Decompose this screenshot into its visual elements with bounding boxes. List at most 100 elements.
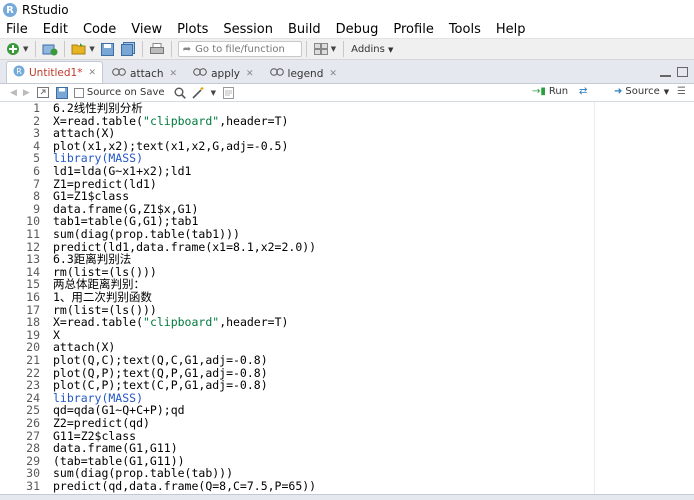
code-text: 6.2线性判别分析 bbox=[53, 102, 143, 115]
line-number: 31 bbox=[26, 479, 40, 493]
chevron-down-icon: ▼ bbox=[388, 45, 394, 54]
save-file-icon[interactable] bbox=[55, 86, 69, 100]
goto-placeholder: Go to file/function bbox=[195, 43, 285, 55]
code-line[interactable]: 13 6.3距离判别法 bbox=[0, 253, 694, 266]
pane-controls bbox=[660, 67, 688, 77]
code-line[interactable]: 18 X=read.table("clipboard",header=T) bbox=[0, 316, 694, 329]
code-text: X=read.table("clipboard",header=T) bbox=[53, 315, 289, 330]
close-icon[interactable]: ✕ bbox=[246, 69, 254, 79]
title-bar: R RStudio bbox=[0, 0, 694, 20]
new-file-icon[interactable] bbox=[5, 41, 21, 57]
chevron-down-icon[interactable]: ▼ bbox=[331, 45, 336, 53]
tab-label: attach bbox=[130, 67, 164, 80]
code-tools-wand-icon[interactable] bbox=[192, 86, 206, 100]
tab-apply[interactable]: apply ✕ bbox=[186, 63, 260, 83]
minimize-pane-icon[interactable] bbox=[660, 67, 671, 77]
save-all-icon[interactable] bbox=[120, 41, 136, 57]
line-number: 1 bbox=[33, 102, 40, 115]
run-arrow-icon: →▮ bbox=[532, 86, 546, 97]
line-number: 11 bbox=[26, 227, 40, 241]
line-number: 13 bbox=[26, 252, 40, 267]
menu-edit[interactable]: Edit bbox=[43, 22, 68, 37]
addins-label: Addins bbox=[351, 43, 385, 55]
menu-code[interactable]: Code bbox=[83, 22, 116, 37]
r-file-icon: R bbox=[13, 65, 25, 80]
grid-layout-icon[interactable] bbox=[313, 41, 329, 57]
tab-label: Untitled1* bbox=[29, 66, 83, 79]
code-text: data.frame(G1,G11) bbox=[53, 441, 178, 456]
close-icon[interactable]: ✕ bbox=[329, 69, 337, 79]
menu-plots[interactable]: Plots bbox=[177, 22, 208, 37]
compile-report-icon[interactable] bbox=[222, 86, 236, 100]
close-icon[interactable]: ✕ bbox=[170, 69, 178, 79]
search-icon[interactable] bbox=[173, 86, 187, 100]
tab-label: legend bbox=[287, 67, 324, 80]
menu-bar: File Edit Code View Plots Session Build … bbox=[0, 20, 694, 38]
code-line[interactable]: 28 data.frame(G1,G11) bbox=[0, 442, 694, 455]
code-line[interactable]: 26 Z2=predict(qd) bbox=[0, 417, 694, 430]
menu-tools[interactable]: Tools bbox=[449, 22, 481, 37]
source-on-save-label: Source on Save bbox=[86, 87, 165, 98]
addins-button[interactable]: Addins ▼ bbox=[351, 44, 393, 55]
rerun-button[interactable]: ⇄ bbox=[579, 86, 587, 97]
editor-tab-bar: R Untitled1* ✕ attach ✕ apply ✕ legend ✕ bbox=[0, 60, 694, 84]
tab-attach[interactable]: attach ✕ bbox=[105, 63, 184, 83]
back-arrow-icon[interactable]: ◀ bbox=[10, 88, 17, 98]
menu-view[interactable]: View bbox=[131, 22, 162, 37]
code-line[interactable]: 11 sum(diag(prop.table(tab1))) bbox=[0, 228, 694, 241]
code-text: 6.3距离判别法 bbox=[53, 252, 132, 267]
menu-file[interactable]: File bbox=[6, 22, 28, 37]
rstudio-logo-icon: R bbox=[3, 3, 17, 17]
svg-text:R: R bbox=[16, 67, 22, 76]
show-in-window-icon[interactable] bbox=[36, 86, 50, 100]
document-outline-icon[interactable]: ☰ bbox=[677, 86, 686, 97]
tab-label: apply bbox=[211, 67, 240, 80]
run-button[interactable]: →▮ Run bbox=[532, 86, 568, 97]
new-project-icon[interactable] bbox=[42, 41, 58, 57]
goto-file-input[interactable]: ➦ Go to file/function bbox=[177, 41, 302, 57]
editor-toolbar: ◀ ▶ Source on Save ▼ →▮ Run ⇄ ➜ Source ▼… bbox=[0, 84, 694, 102]
line-number: 28 bbox=[26, 441, 40, 456]
code-line[interactable]: 1 6.2线性判别分析 bbox=[0, 102, 694, 115]
code-text: G1=Z1$class bbox=[53, 189, 130, 204]
tab-untitled1[interactable]: R Untitled1* ✕ bbox=[6, 61, 104, 83]
line-number: 16 bbox=[26, 290, 40, 304]
code-line[interactable]: 21 plot(Q,C);text(Q,C,G1,adj=-0.8) bbox=[0, 354, 694, 367]
menu-session[interactable]: Session bbox=[223, 22, 273, 37]
code-line[interactable]: 8 G1=Z1$class bbox=[0, 190, 694, 203]
code-text: 1、用二次判别函数 bbox=[53, 290, 152, 304]
line-number: 18 bbox=[26, 315, 40, 330]
forward-arrow-icon[interactable]: ▶ bbox=[23, 88, 30, 98]
view-icon bbox=[193, 67, 207, 80]
code-text: Z2=predict(qd) bbox=[53, 416, 150, 430]
chevron-down-icon[interactable]: ▼ bbox=[89, 45, 94, 53]
code-line[interactable]: 3 attach(X) bbox=[0, 127, 694, 140]
source-on-save-checkbox[interactable] bbox=[73, 87, 84, 98]
menu-profile[interactable]: Profile bbox=[393, 22, 433, 37]
print-icon[interactable] bbox=[149, 41, 165, 57]
code-line[interactable]: 16 1、用二次判别函数 bbox=[0, 291, 694, 304]
code-line[interactable]: 31 predict(qd,data.frame(Q=8,C=7.5,P=65)) bbox=[0, 480, 694, 493]
menu-build[interactable]: Build bbox=[288, 22, 321, 37]
chevron-down-icon[interactable]: ▼ bbox=[23, 45, 28, 53]
code-editor[interactable]: 1 6.2线性判别分析 2 X=read.table("clipboard",head… bbox=[0, 102, 694, 494]
line-number: 23 bbox=[26, 378, 40, 393]
line-number: 21 bbox=[26, 353, 40, 367]
code-line[interactable]: 6 ld1=lda(G~x1+x2);ld1 bbox=[0, 165, 694, 178]
tab-legend[interactable]: legend ✕ bbox=[263, 63, 344, 83]
close-icon[interactable]: ✕ bbox=[88, 68, 96, 78]
line-number: 6 bbox=[33, 164, 40, 178]
main-toolbar: ▼ ▼ ➦ Go to file/function ▼ Addins ▼ bbox=[0, 38, 694, 60]
maximize-pane-icon[interactable] bbox=[677, 67, 688, 77]
code-text: sum(diag(prop.table(tab1))) bbox=[53, 227, 240, 241]
code-line[interactable]: 23 plot(C,P);text(C,P,G1,adj=-0.8) bbox=[0, 379, 694, 392]
save-icon[interactable] bbox=[100, 41, 116, 57]
menu-debug[interactable]: Debug bbox=[336, 22, 379, 37]
chevron-down-icon[interactable]: ▼ bbox=[211, 89, 216, 97]
view-icon bbox=[112, 67, 126, 80]
source-button[interactable]: ➜ Source ▼ bbox=[614, 86, 669, 97]
open-folder-icon[interactable] bbox=[71, 41, 87, 57]
chevron-down-icon: ▼ bbox=[663, 87, 670, 96]
menu-help[interactable]: Help bbox=[496, 22, 526, 37]
code-text: attach(X) bbox=[53, 126, 116, 141]
